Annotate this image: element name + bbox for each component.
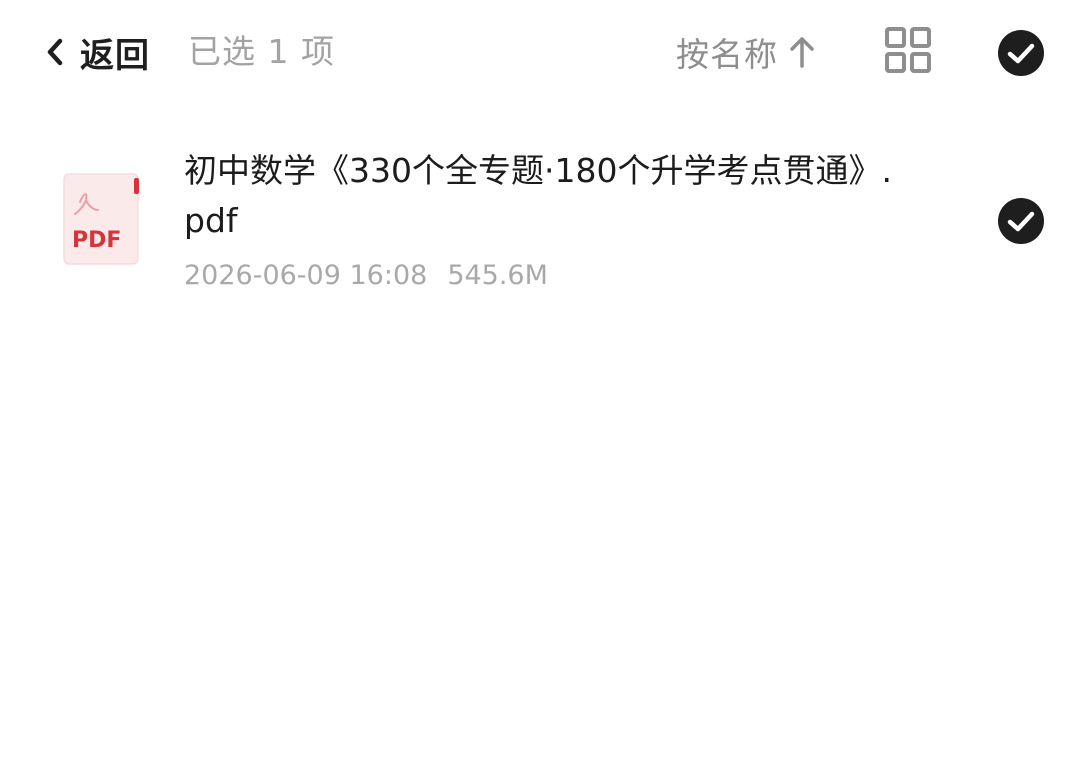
checkmark-circle-icon bbox=[996, 198, 1046, 250]
pdf-type-label: PDF bbox=[72, 228, 121, 253]
file-row[interactable]: PDF 初中数学《330个全专题·180个升学考点贯通》.pdf 2026-06… bbox=[0, 136, 1080, 306]
file-meta: 2026-06-09 16:08 545.6M bbox=[184, 256, 548, 296]
file-selection-screen: 返回 已选 1 项 按名称 PDF 初中数学《330个全专题·180个升学考点贯… bbox=[0, 0, 1080, 784]
file-select-checkbox[interactable] bbox=[996, 196, 1046, 246]
pdf-file-icon: PDF bbox=[62, 172, 144, 268]
grid-view-button[interactable] bbox=[880, 26, 936, 78]
select-all-button[interactable] bbox=[996, 28, 1046, 78]
back-button[interactable]: 返回 bbox=[40, 26, 150, 78]
back-label: 返回 bbox=[80, 35, 150, 76]
checkmark-circle-icon bbox=[996, 30, 1046, 82]
file-date: 2026-06-09 16:08 bbox=[184, 260, 428, 291]
chevron-left-icon bbox=[40, 26, 70, 78]
sort-label: 按名称 bbox=[676, 35, 778, 74]
selection-count: 已选 1 项 bbox=[188, 32, 335, 71]
arrow-up-icon bbox=[788, 32, 816, 72]
top-bar: 返回 已选 1 项 按名称 bbox=[0, 0, 1080, 104]
file-size: 545.6M bbox=[447, 260, 548, 291]
sort-button[interactable]: 按名称 bbox=[676, 26, 816, 78]
grid-view-icon bbox=[884, 26, 932, 78]
file-name: 初中数学《330个全专题·180个升学考点贯通》.pdf bbox=[184, 151, 892, 240]
